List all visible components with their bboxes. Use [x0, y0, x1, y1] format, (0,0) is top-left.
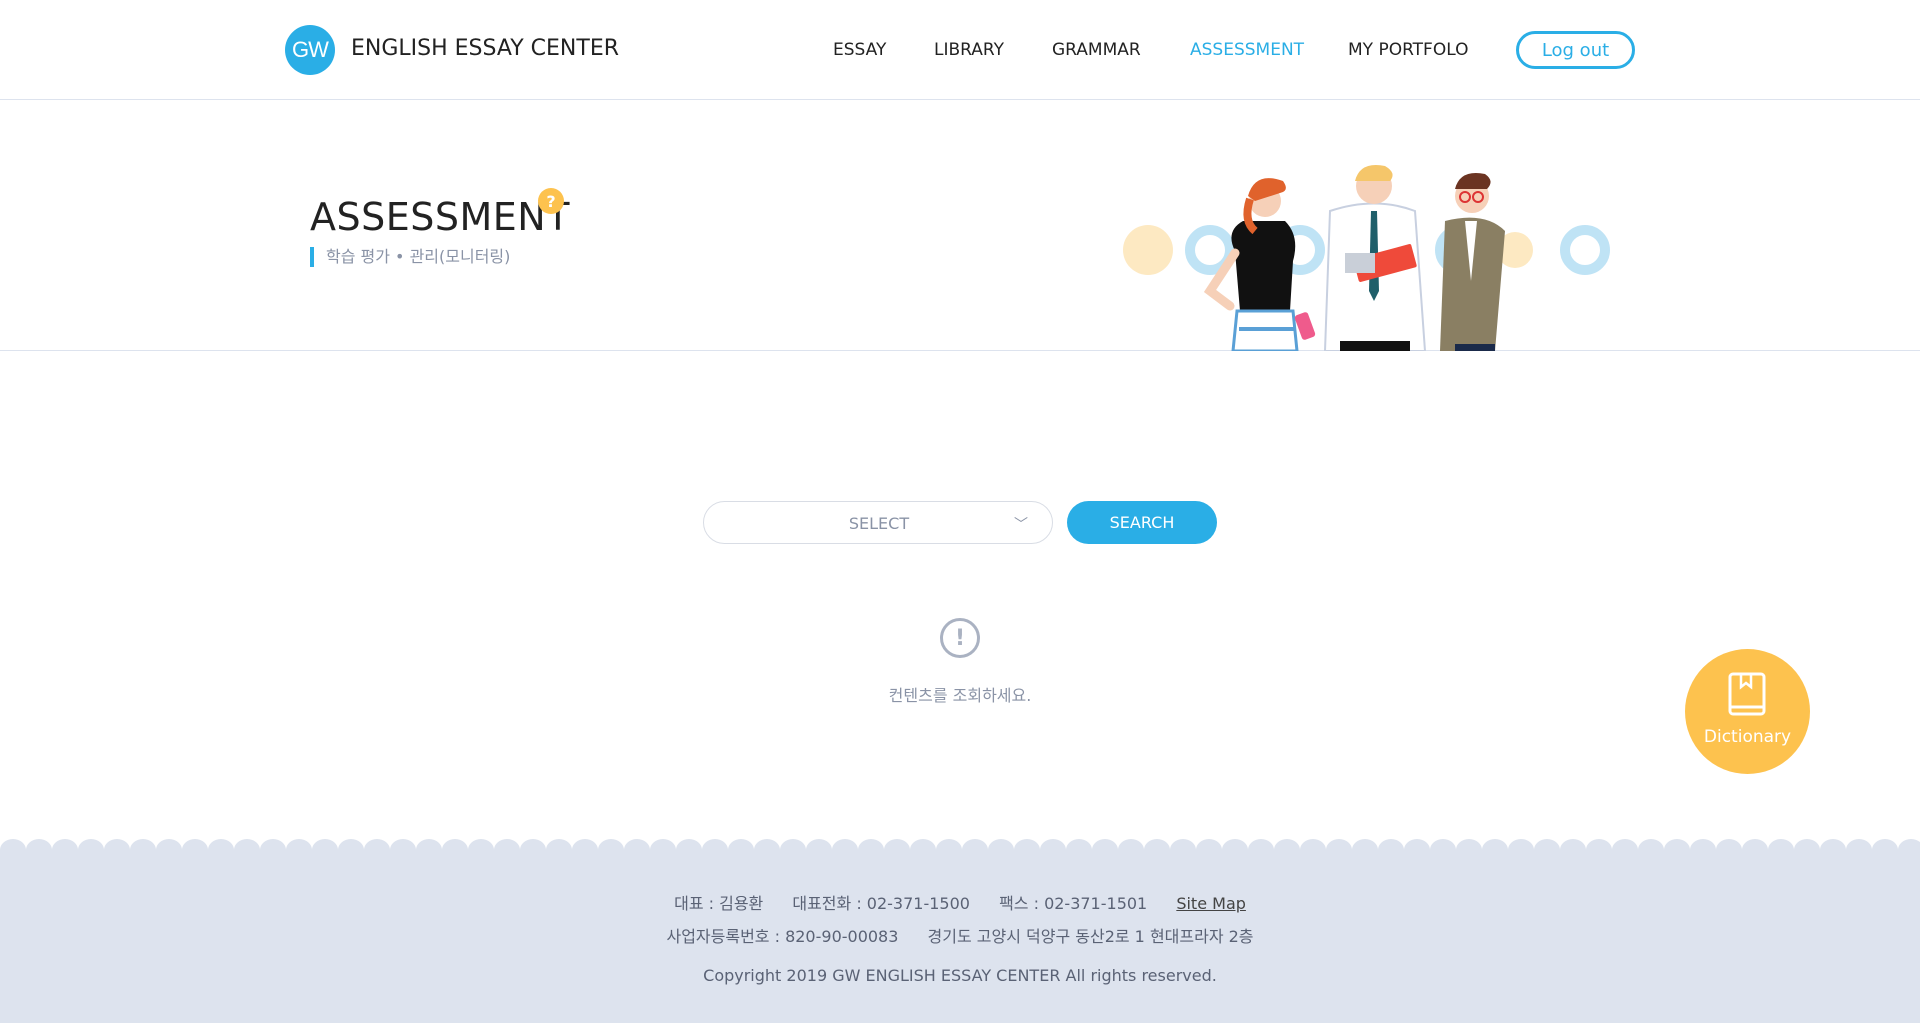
brand-name[interactable]: ENGLISH ESSAY CENTER	[351, 36, 619, 61]
nav-my-portfolio[interactable]: MY PORTFOLO	[1348, 40, 1468, 60]
search-button[interactable]: SEARCH	[1067, 501, 1217, 544]
select-placeholder: SELECT	[848, 514, 910, 533]
footer-address: 경기도 고양시 덕양구 동산2로 1 현대프라자 2층	[927, 927, 1254, 946]
footer-fax: 팩스 : 02-371-1501	[999, 894, 1148, 913]
footer-wave-divider	[0, 839, 1920, 852]
site-footer: 대표 : 김용환 대표전화 : 02-371-1500 팩스 : 02-371-…	[0, 839, 1920, 1023]
copyright-text: Copyright 2019 GW ENGLISH ESSAY CENTER A…	[703, 966, 1217, 985]
exclamation-icon: !	[940, 618, 980, 658]
book-icon	[1728, 672, 1766, 716]
page-subtitle: 학습 평가 • 관리(모니터링)	[310, 247, 510, 267]
nav-essay[interactable]: ESSAY	[833, 40, 886, 60]
chevron-down-icon: ﹀	[1014, 517, 1028, 533]
nav-assessment[interactable]: ASSESSMENT	[1190, 40, 1304, 60]
assessment-select[interactable]: SELECT ﹀	[703, 501, 1053, 544]
logo-icon[interactable]: GW	[285, 25, 335, 75]
footer-contact-line: 대표 : 김용환 대표전화 : 02-371-1500 팩스 : 02-371-…	[0, 890, 1920, 914]
empty-state-message: 컨텐츠를 조회하세요.	[888, 686, 1032, 705]
sitemap-link[interactable]: Site Map	[1176, 894, 1246, 913]
footer-business-number: 사업자등록번호 : 820-90-00083	[666, 927, 899, 946]
nav-library[interactable]: LIBRARY	[934, 40, 1004, 60]
footer-representative: 대표 : 김용환	[674, 894, 764, 913]
footer-phone: 대표전화 : 02-371-1500	[792, 894, 970, 913]
dictionary-button[interactable]: Dictionary	[1685, 649, 1810, 774]
logout-button[interactable]: Log out	[1516, 31, 1635, 69]
site-header: GW ENGLISH ESSAY CENTER ESSAY LIBRARY GR…	[0, 0, 1920, 100]
nav-grammar[interactable]: GRAMMAR	[1052, 40, 1141, 60]
footer-business-line: 사업자등록번호 : 820-90-00083 경기도 고양시 덕양구 동산2로 …	[0, 923, 1920, 947]
help-icon[interactable]: ?	[538, 188, 564, 214]
page-banner: ASSESSMENT ? 학습 평가 • 관리(모니터링)	[0, 101, 1920, 351]
page-title: ASSESSMENT	[310, 195, 570, 239]
dictionary-label: Dictionary	[1703, 727, 1792, 747]
people-illustration	[1123, 165, 1610, 351]
